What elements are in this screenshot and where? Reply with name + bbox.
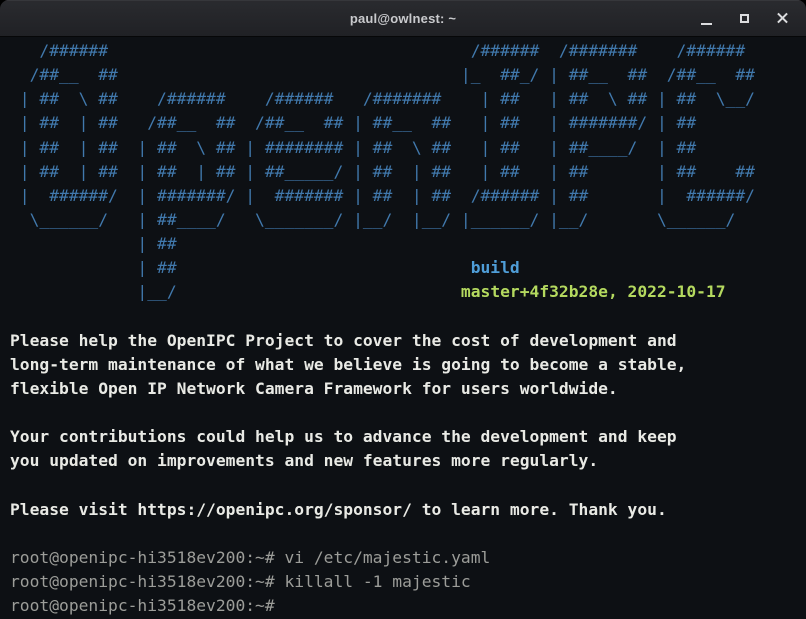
maximize-button[interactable]	[730, 4, 759, 33]
prompt-line: root@openipc-hi3518ev200:~# vi /etc/maje…	[10, 546, 796, 570]
ascii-art: \______/ | ##____/ \_______/ |__/ |__/ |…	[10, 210, 735, 229]
banner-line: |__/ master+4f32b28e, 2022-10-17	[10, 280, 796, 304]
sponsor-link-text: Please visit https://openipc.org/sponsor…	[10, 500, 667, 519]
banner-line: | ## | ## | ## | ## | ##_____/ | ## | ##…	[10, 160, 796, 184]
terminal-screen[interactable]: /###### /###### /####### /###### /##__ #…	[0, 37, 806, 619]
ascii-art: | ## | ## | ## | ## | ##_____/ | ## | ##…	[10, 162, 755, 181]
prompt-line: root@openipc-hi3518ev200:~#	[10, 594, 796, 618]
banner-line: /##__ ## |_ ##_/ | ##__ ## /##__ ##	[10, 63, 796, 87]
minimize-icon	[701, 23, 712, 25]
banner-line: \______/ | ##____/ \_______/ |__/ |__/ |…	[10, 208, 796, 232]
ascii-art: /##__ ## |_ ##_/ | ##__ ## /##__ ##	[10, 65, 755, 84]
minimize-button[interactable]	[692, 4, 721, 33]
ascii-art: | ## | ## | ## \ ## | ######## | ## \ ##…	[10, 138, 696, 157]
build-label: build	[471, 258, 520, 277]
ascii-art: | ##	[10, 258, 471, 277]
shell-command: root@openipc-hi3518ev200:~# killall -1 m…	[10, 572, 471, 591]
shell-command: root@openipc-hi3518ev200:~# vi /etc/maje…	[10, 548, 490, 567]
message-line: Please help the OpenIPC Project to cover…	[10, 329, 796, 353]
banner-line: | ## build	[10, 256, 796, 280]
shell-prompt: root@openipc-hi3518ev200:~#	[10, 596, 275, 615]
ascii-art: /###### /###### /####### /######	[10, 41, 745, 60]
message-line: long-term maintenance of what we believe…	[10, 353, 796, 377]
blank-line	[10, 305, 796, 329]
sponsor-text: Please help the OpenIPC Project to cover…	[10, 331, 677, 350]
message-line: Please visit https://openipc.org/sponsor…	[10, 498, 796, 522]
ascii-art: | ##	[10, 234, 177, 253]
maximize-icon	[740, 14, 749, 23]
banner-line: | ## | ## | ## \ ## | ######## | ## \ ##…	[10, 136, 796, 160]
close-button[interactable]	[768, 4, 797, 33]
banner-line: | ##	[10, 232, 796, 256]
ascii-art: |__/	[10, 282, 461, 301]
build-version: master+4f32b28e, 2022-10-17	[461, 282, 726, 301]
prompt-line: root@openipc-hi3518ev200:~# killall -1 m…	[10, 570, 796, 594]
message-line: Your contributions could help us to adva…	[10, 425, 796, 449]
message-line: you updated on improvements and new feat…	[10, 449, 796, 473]
ascii-art: | ## | ## /##__ ## /##__ ## | ##__ ## | …	[10, 113, 696, 132]
banner-line: /###### /###### /####### /######	[10, 39, 796, 63]
titlebar[interactable]: paul@owlnest: ~	[0, 0, 806, 37]
ascii-art: | ## \ ## /###### /###### /####### | ## …	[10, 89, 755, 108]
message-line: flexible Open IP Network Camera Framewor…	[10, 377, 796, 401]
banner-line: | ######/ | #######/ | ####### | ## | ##…	[10, 184, 796, 208]
close-icon	[776, 12, 789, 25]
banner-line: | ## \ ## /###### /###### /####### | ## …	[10, 87, 796, 111]
window-controls	[692, 0, 797, 36]
sponsor-text: you updated on improvements and new feat…	[10, 451, 598, 470]
sponsor-text: long-term maintenance of what we believe…	[10, 355, 686, 374]
window-title: paul@owlnest: ~	[350, 11, 456, 26]
terminal-window: paul@owlnest: ~ /###### /###### /#######…	[0, 0, 806, 619]
banner-line: | ## | ## /##__ ## /##__ ## | ##__ ## | …	[10, 111, 796, 135]
blank-line	[10, 474, 796, 498]
sponsor-text: Your contributions could help us to adva…	[10, 427, 677, 446]
blank-line	[10, 522, 796, 546]
sponsor-text: flexible Open IP Network Camera Framewor…	[10, 379, 618, 398]
ascii-art: | ######/ | #######/ | ####### | ## | ##…	[10, 186, 755, 205]
blank-line	[10, 401, 796, 425]
